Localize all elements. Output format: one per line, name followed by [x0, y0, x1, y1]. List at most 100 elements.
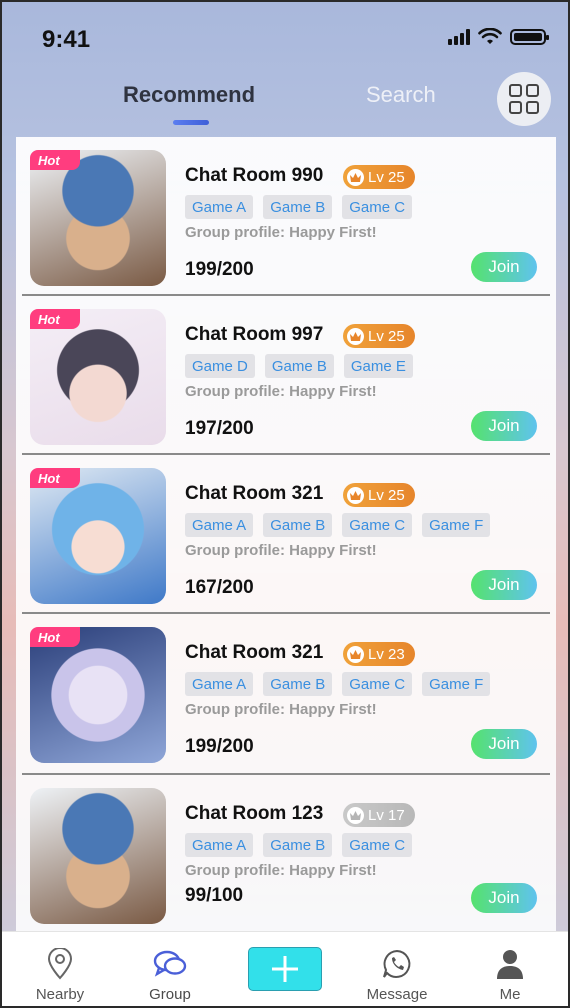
crown-icon: [347, 645, 364, 663]
status-bar: 9:41: [2, 2, 568, 72]
status-icons: [448, 28, 549, 46]
crown-icon: [347, 806, 364, 824]
plus-icon: [272, 956, 298, 982]
group-profile: Group profile: Happy First!: [185, 542, 377, 559]
room-title: Chat Room 321: [185, 483, 324, 504]
level-badge: Lv 23: [343, 642, 415, 666]
person-icon: [495, 944, 525, 984]
top-tabs: Recommend Search: [2, 72, 568, 136]
game-tags: Game D Game B Game E: [185, 354, 413, 378]
nav-nearby-label: Nearby: [35, 986, 85, 1003]
game-tag[interactable]: Game A: [185, 513, 254, 537]
join-button[interactable]: Join: [471, 570, 537, 600]
room-avatar: [30, 309, 166, 445]
tab-search[interactable]: Search: [366, 82, 436, 108]
join-button[interactable]: Join: [471, 411, 537, 441]
group-profile: Group profile: Happy First!: [185, 224, 377, 241]
member-count: 199/200: [185, 736, 254, 757]
game-tag[interactable]: Game B: [263, 833, 333, 857]
crown-icon: [347, 486, 364, 504]
room-avatar: [30, 627, 166, 763]
game-tag[interactable]: Game F: [422, 513, 491, 537]
level-badge: Lv 17: [343, 803, 415, 827]
room-title: Chat Room 997: [185, 324, 324, 345]
nav-me[interactable]: Me: [460, 932, 560, 1006]
tab-recommend[interactable]: Recommend: [123, 82, 255, 108]
game-tags: Game A Game B Game C Game F: [185, 513, 491, 537]
nav-me-label: Me: [499, 986, 521, 1003]
level-text: Lv 25: [368, 168, 405, 186]
phone-chat-icon: [381, 944, 413, 984]
location-pin-icon: [47, 944, 73, 984]
nav-nearby[interactable]: Nearby: [10, 932, 110, 1006]
room-title: Chat Room 123: [185, 803, 324, 824]
game-tag[interactable]: Game B: [263, 672, 333, 696]
member-count: 99/100: [185, 885, 244, 906]
member-count: 197/200: [185, 418, 254, 439]
game-tag[interactable]: Game C: [342, 513, 413, 537]
chat-room-list[interactable]: Hot Chat Room 990 Lv 25 Game A Game B Ga…: [16, 137, 556, 932]
level-text: Lv 25: [368, 327, 405, 345]
nav-message[interactable]: Message: [347, 932, 447, 1006]
level-text: Lv 25: [368, 486, 405, 504]
crown-icon: [347, 168, 364, 186]
wifi-icon: [478, 28, 502, 44]
join-button[interactable]: Join: [471, 729, 537, 759]
level-badge: Lv 25: [343, 324, 415, 348]
game-tag[interactable]: Game B: [263, 195, 333, 219]
game-tag[interactable]: Game A: [185, 672, 254, 696]
phone-screen: 9:41 Recommend Search Hot Chat Room 990 …: [2, 2, 568, 1006]
hot-badge: Hot: [30, 627, 80, 647]
game-tags: Game A Game B Game C: [185, 195, 413, 219]
crown-icon: [347, 327, 364, 345]
chat-room-card[interactable]: Hot Chat Room 321 Lv 23 Game A Game B Ga…: [16, 614, 556, 775]
game-tag[interactable]: Game C: [342, 672, 413, 696]
hot-badge: Hot: [30, 309, 80, 329]
game-tag[interactable]: Game A: [185, 195, 254, 219]
room-avatar: [30, 150, 166, 286]
add-button[interactable]: [248, 947, 322, 991]
game-tag[interactable]: Game C: [342, 195, 413, 219]
game-tag[interactable]: Game B: [263, 513, 333, 537]
bottom-nav: Nearby Group Message Me: [2, 931, 568, 1006]
level-text: Lv 17: [368, 806, 405, 824]
chat-bubbles-icon: [153, 944, 187, 984]
game-tag[interactable]: Game A: [185, 833, 254, 857]
room-title: Chat Room 321: [185, 642, 324, 663]
game-tags: Game A Game B Game C: [185, 833, 413, 857]
game-tag[interactable]: Game F: [422, 672, 491, 696]
game-tags: Game A Game B Game C Game F: [185, 672, 491, 696]
battery-icon: [510, 29, 549, 45]
nav-group[interactable]: Group: [120, 932, 220, 1006]
level-badge: Lv 25: [343, 483, 415, 507]
join-button[interactable]: Join: [471, 883, 537, 913]
level-text: Lv 23: [368, 645, 405, 663]
nav-message-label: Message: [366, 986, 428, 1003]
game-tag[interactable]: Game B: [264, 354, 334, 378]
status-time: 9:41: [42, 26, 91, 53]
join-button[interactable]: Join: [471, 252, 537, 282]
chat-room-card[interactable]: Hot Chat Room 321 Lv 25 Game A Game B Ga…: [16, 455, 556, 614]
hot-badge: Hot: [30, 150, 80, 170]
game-tag[interactable]: Game E: [343, 354, 413, 378]
room-title: Chat Room 990: [185, 165, 324, 186]
game-tag[interactable]: Game C: [342, 833, 413, 857]
room-avatar: [30, 788, 166, 924]
member-count: 199/200: [185, 259, 254, 280]
game-tag[interactable]: Game D: [185, 354, 255, 378]
level-badge: Lv 25: [343, 165, 415, 189]
group-profile: Group profile: Happy First!: [185, 383, 377, 400]
signal-icon: [448, 29, 470, 45]
member-count: 167/200: [185, 577, 254, 598]
group-profile: Group profile: Happy First!: [185, 862, 377, 879]
grid-icon: [509, 84, 539, 114]
room-avatar: [30, 468, 166, 604]
nav-group-label: Group: [149, 986, 191, 1003]
tab-active-indicator: [173, 120, 209, 125]
hot-badge: Hot: [30, 468, 80, 488]
chat-room-card[interactable]: Hot Chat Room 997 Lv 25 Game D Game B Ga…: [16, 296, 556, 455]
chat-room-card[interactable]: Chat Room 123 Lv 17 Game A Game B Game C…: [16, 775, 556, 932]
chat-room-card[interactable]: Hot Chat Room 990 Lv 25 Game A Game B Ga…: [16, 137, 556, 296]
group-profile: Group profile: Happy First!: [185, 701, 377, 718]
grid-menu-button[interactable]: [497, 72, 551, 126]
